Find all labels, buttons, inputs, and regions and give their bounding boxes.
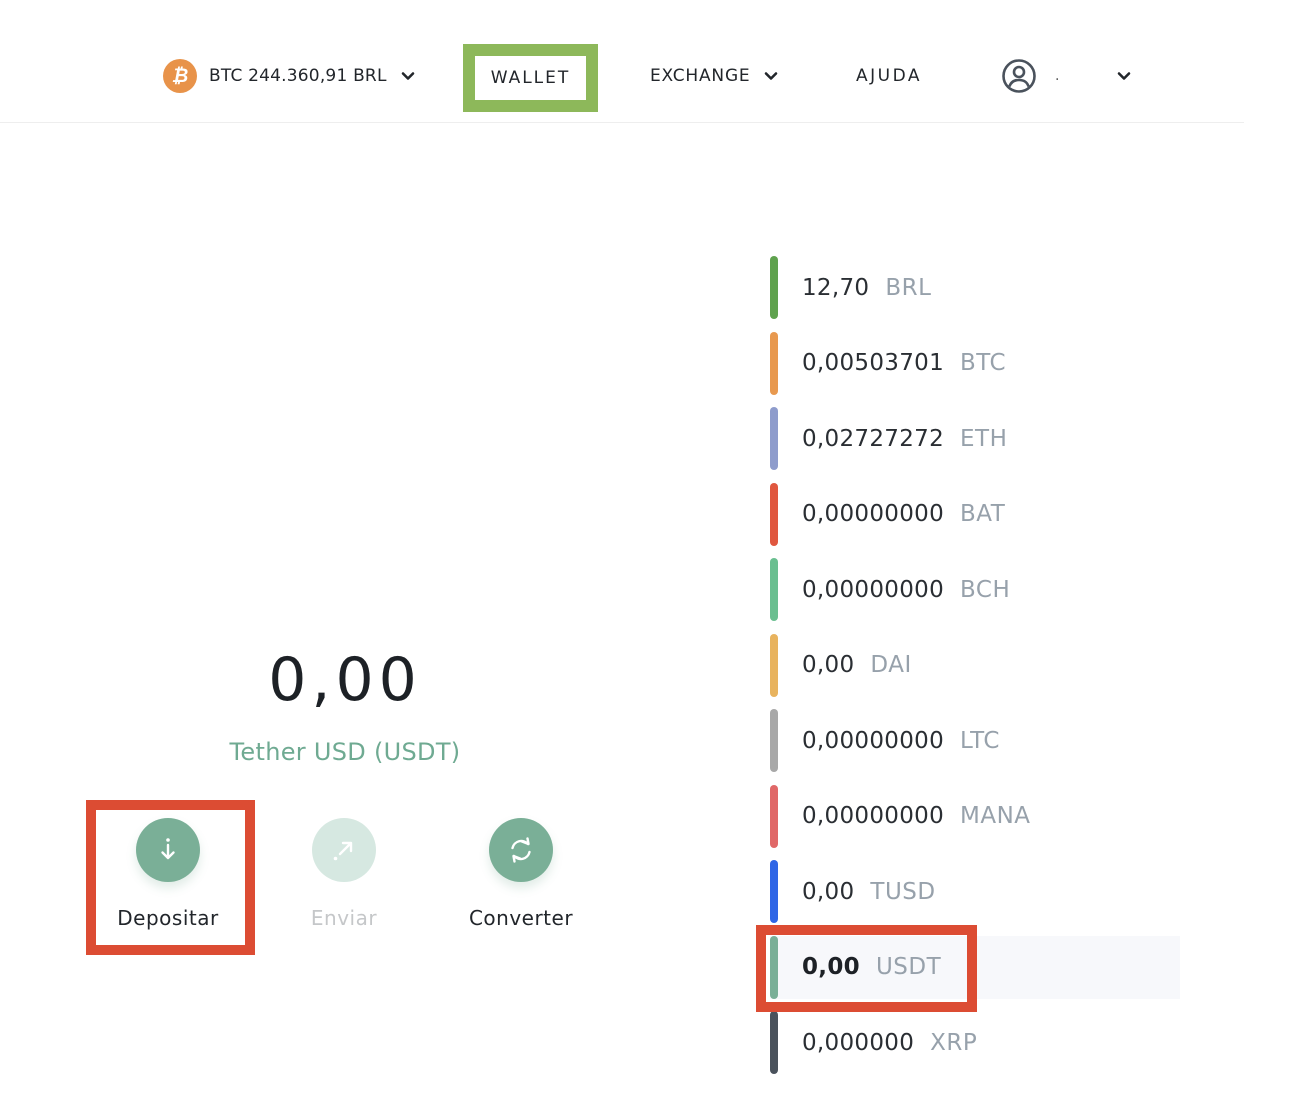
balance-amount: 0,00 <box>268 645 422 715</box>
wallet-row-content: 0,00 DAI <box>770 634 912 697</box>
wallet-amount: 0,00000000 <box>802 803 945 829</box>
nav-wallet-button[interactable]: WALLET <box>463 44 598 112</box>
send-circle <box>312 818 376 882</box>
wallet-row-content: 0,00000000 BAT <box>770 483 1005 546</box>
wallet-row-ltc[interactable]: 0,00000000 LTC <box>770 709 1180 785</box>
wallet-row-dai[interactable]: 0,00 DAI <box>770 633 1180 710</box>
wallet-amount: 0,00000000 <box>802 576 945 603</box>
arrow-down-icon <box>161 838 175 860</box>
balance-currency-label: Tether USD (USDT) <box>229 738 461 766</box>
wallet-row-btc[interactable]: 0,00503701 BTC <box>770 331 1180 408</box>
wallet-amount: 12,70 <box>802 274 870 301</box>
convert-label: Converter <box>468 906 574 930</box>
wallet-row-mana[interactable]: 0,00000000 MANA <box>770 784 1180 861</box>
deposit-button[interactable]: Depositar <box>98 818 238 930</box>
wallet-amount: 0,00 <box>802 954 860 980</box>
bitcoin-icon: ₿ <box>163 59 197 93</box>
chevron-down-icon <box>1117 69 1131 83</box>
convert-button[interactable]: Converter <box>451 818 591 930</box>
btc-price-text: BTC 244.360,91 BRL <box>209 66 387 86</box>
wallet-row-bat[interactable]: 0,00000000 BAT <box>770 482 1180 559</box>
wallet-amount: 0,00 <box>802 878 855 905</box>
wallet-row-brl[interactable]: 12,70 BRL <box>770 256 1180 332</box>
wallet-currency-code: TUSD <box>870 878 936 905</box>
wallet-row-usdt[interactable]: 0,00 USDT <box>770 935 1180 999</box>
wallet-amount: 0,00000000 <box>802 501 945 527</box>
wallet-row-content: 0,00000000 LTC <box>770 709 1000 772</box>
convert-circle <box>489 818 553 882</box>
wallet-row-bch[interactable]: 0,00000000 BCH <box>770 558 1180 634</box>
refresh-icon <box>511 837 531 863</box>
wallet-amount: 0,02727272 <box>802 425 945 452</box>
wallet-currency-code: DAI <box>870 652 912 678</box>
deposit-label: Depositar <box>117 906 219 930</box>
wallet-row-content: 0,000000 XRP <box>770 1011 977 1074</box>
user-avatar-icon <box>1002 59 1036 93</box>
top-nav: ₿ BTC 244.360,91 BRL WALLET EXCHANGE AJU… <box>0 0 1244 123</box>
wallet-row-tusd[interactable]: 0,00 TUSD <box>770 860 1180 936</box>
wallet-currency-code: BCH <box>960 576 1011 603</box>
nav-exchange-menu[interactable]: EXCHANGE <box>650 60 778 92</box>
wallet-currency-code: LTC <box>960 727 1000 754</box>
nav-help-label: AJUDA <box>856 66 923 86</box>
wallet-currency-code: BAT <box>960 501 1006 527</box>
user-menu[interactable]: . <box>1001 59 1131 93</box>
wallet-row-content: 0,00 TUSD <box>770 860 936 923</box>
btc-price-ticker[interactable]: ₿ BTC 244.360,91 BRL <box>163 59 415 93</box>
deposit-circle <box>136 818 200 882</box>
wallet-row-content: 0,00503701 BTC <box>770 332 1006 395</box>
wallet-currency-code: USDT <box>875 954 942 980</box>
chevron-down-icon <box>764 69 778 83</box>
wallet-currency-code: ETH <box>960 425 1008 452</box>
arrow-up-right-icon <box>333 841 353 861</box>
send-button[interactable]: Enviar <box>274 818 414 930</box>
chevron-down-icon <box>401 69 415 83</box>
nav-wallet-label: WALLET <box>490 68 571 88</box>
user-name: . <box>1055 68 1060 84</box>
nav-help-link[interactable]: AJUDA <box>856 60 922 92</box>
wallet-amount: 0,00 <box>802 652 855 678</box>
wallet-row-xrp[interactable]: 0,000000 XRP <box>770 1011 1180 1087</box>
wallet-amount: 0,00000000 <box>802 727 945 754</box>
wallet-row-eth[interactable]: 0,02727272 ETH <box>770 407 1180 483</box>
wallet-currency-code: BTC <box>960 350 1007 376</box>
wallet-row-content: 12,70 BRL <box>770 256 931 319</box>
wallet-row-content: 0,00000000 MANA <box>770 785 1031 848</box>
wallet-row-content: 0,00 USDT <box>770 936 941 999</box>
nav-exchange-label: EXCHANGE <box>650 66 751 86</box>
wallet-currency-code: BRL <box>885 274 932 301</box>
wallet-row-content: 0,00000000 BCH <box>770 558 1010 621</box>
wallet-row-content: 0,02727272 ETH <box>770 407 1007 470</box>
wallet-currency-code: XRP <box>930 1029 978 1056</box>
wallet-currency-code: MANA <box>960 803 1031 829</box>
wallet-amount: 0,00503701 <box>802 350 945 376</box>
send-label: Enviar <box>310 906 378 930</box>
wallet-amount: 0,000000 <box>802 1029 915 1056</box>
wallet-list: 12,70 BRL 0,00503701 BTC 0,02727272 ETH 0,0000… <box>770 256 1180 1087</box>
